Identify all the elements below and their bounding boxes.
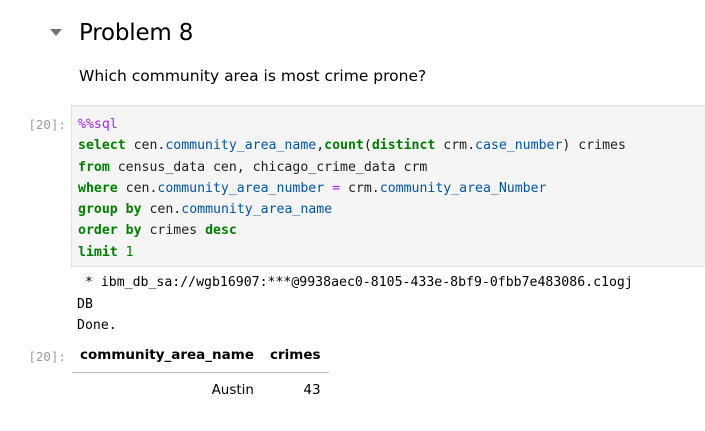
- keyword-token: limit: [78, 244, 118, 260]
- code-text: census_data cen, chicago_crime_data crm: [109, 159, 428, 175]
- code-line-6: order by crimes desc: [78, 220, 705, 241]
- sql-magic-token: %%sql: [78, 117, 118, 132]
- code-line-4: where cen.community_area_number = crm.co…: [78, 178, 705, 199]
- table-row: Austin 43: [72, 373, 329, 403]
- keyword-token: from: [78, 159, 110, 175]
- attribute-token: community_area_name: [165, 138, 317, 154]
- attribute-token: case_number: [475, 138, 563, 154]
- keyword-token: group: [78, 202, 118, 218]
- code-line-7: limit 1: [78, 242, 705, 263]
- code-text: ) crimes: [562, 138, 626, 154]
- operator-token: =: [332, 180, 341, 196]
- table-cell: Austin: [211, 382, 254, 398]
- table-cell: 43: [303, 382, 321, 398]
- collapse-heading-caret-icon[interactable]: [50, 29, 62, 36]
- code-text: cen.: [125, 138, 166, 154]
- code-text: crm.: [435, 138, 476, 154]
- keyword-token: distinct: [371, 138, 436, 154]
- attribute-token: community_area_name: [181, 202, 333, 218]
- keyword-token: select: [78, 138, 126, 154]
- code-text: crm.: [340, 180, 380, 196]
- code-line-2: select cen.community_area_name,count(dis…: [78, 135, 705, 156]
- code-line-5: group by cen.community_area_name: [78, 199, 705, 220]
- number-token: 1: [125, 244, 134, 260]
- code-cell-editor[interactable]: %%sql select cen.community_area_name,cou…: [71, 105, 705, 267]
- code-line-1: %%sql: [78, 114, 705, 135]
- attribute-token: community_area_Number: [379, 180, 547, 196]
- code-text: cen.: [141, 202, 182, 218]
- code-text: crimes: [141, 223, 206, 239]
- code-cell-input-prompt: [20]:: [28, 117, 66, 132]
- code-text: cen.: [117, 180, 158, 196]
- keyword-token: order: [78, 223, 118, 239]
- stdout-connection-line: * ibm_db_sa://wgb16907:***@9938aec0-8105…: [77, 275, 633, 290]
- keyword-token: desc: [205, 223, 237, 239]
- function-token: count: [324, 138, 364, 154]
- markdown-heading: Problem 8: [79, 20, 194, 46]
- code-line-3: from census_data cen, chicago_crime_data…: [78, 157, 705, 178]
- code-text: (: [363, 138, 372, 154]
- keyword-token: by: [125, 223, 142, 239]
- keyword-token: by: [125, 202, 142, 218]
- stdout-db-line: DB: [77, 297, 93, 312]
- result-table: community_area_name crimes Austin 43: [72, 343, 329, 402]
- keyword-token: where: [78, 180, 118, 196]
- stdout-done-line: Done.: [77, 318, 117, 333]
- code-text: ,: [316, 138, 325, 154]
- column-header: crimes: [262, 343, 329, 373]
- column-header: community_area_name: [72, 343, 262, 373]
- result-output-prompt: [20]:: [28, 349, 66, 364]
- attribute-token: community_area_number: [157, 180, 325, 196]
- markdown-question: Which community area is most crime prone…: [79, 67, 427, 85]
- table-header-row: community_area_name crimes: [72, 343, 329, 373]
